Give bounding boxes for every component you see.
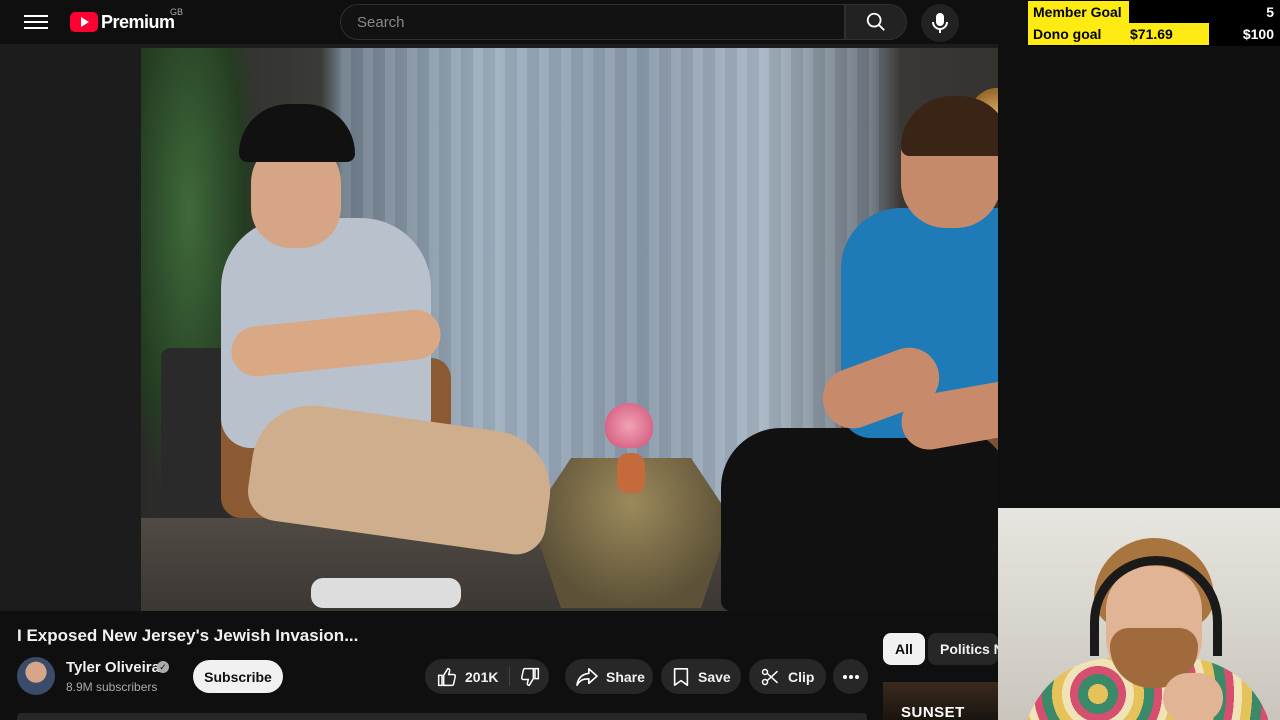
save-label: Save (698, 668, 731, 685)
country-code: GB (170, 7, 184, 17)
chip-all[interactable]: All (883, 633, 925, 665)
search-box (340, 4, 845, 40)
dono-goal-label: Dono goal (1033, 26, 1102, 42)
like-divider (509, 667, 510, 686)
search-button[interactable] (845, 4, 907, 40)
top-bar: Premium GB Member Goal 2 5 Dono goal $71… (0, 0, 1280, 46)
verified-check-icon: ✓ (157, 661, 169, 673)
microphone-icon (932, 13, 948, 33)
like-count: 201K (465, 668, 499, 685)
clip-button[interactable]: Clip (749, 659, 826, 694)
video-frame (141, 48, 998, 611)
dono-goal-row: Dono goal $71.69 $100 (1028, 23, 1280, 45)
subscribe-button[interactable]: Subscribe (193, 660, 283, 693)
dono-goal-target: $100 (1242, 26, 1274, 42)
guest-right-legs (721, 428, 998, 611)
dislike-button[interactable] (511, 659, 549, 694)
hamburger-menu-icon[interactable] (24, 12, 48, 32)
save-button[interactable]: Save (661, 659, 741, 694)
search-input[interactable] (355, 13, 829, 32)
channel-avatar[interactable] (17, 657, 55, 695)
chip-politics[interactable]: Politics N (928, 633, 998, 665)
scissors-icon (761, 668, 779, 685)
more-actions-button[interactable] (833, 659, 868, 694)
clip-label: Clip (788, 668, 815, 685)
thumbnail-text: SUNSET (901, 704, 965, 720)
stream-goal-overlay: Member Goal 2 5 Dono goal $71.69 $100 (1028, 0, 1280, 46)
voice-search-button[interactable] (921, 4, 959, 42)
description-box-edge (17, 713, 867, 720)
streamer-webcam (998, 508, 1280, 720)
thumbs-down-icon (520, 667, 540, 686)
recommended-video-thumbnail[interactable]: SUNSET (883, 682, 998, 720)
channel-name[interactable]: Tyler Oliveira (66, 659, 160, 676)
like-button[interactable]: 201K (425, 659, 507, 694)
thumbs-up-icon (437, 667, 457, 686)
member-goal-current: 2 (1148, 4, 1156, 20)
dono-goal-current: $71.69 (1130, 26, 1173, 42)
member-goal-label: Member Goal (1033, 4, 1122, 20)
host-left-shoes (311, 578, 461, 608)
streamer-hand (1163, 673, 1223, 720)
member-goal-row: Member Goal 2 5 (1028, 1, 1280, 23)
youtube-premium-logo[interactable]: Premium (70, 11, 175, 33)
guest-right-hair (901, 96, 998, 156)
like-dislike-group: 201K (425, 659, 549, 694)
search-icon (866, 12, 885, 31)
more-horizontal-icon (842, 674, 859, 679)
share-button[interactable]: Share (565, 659, 653, 694)
subscriber-count: 8.9M subscribers (66, 680, 158, 694)
share-label: Share (606, 668, 645, 685)
youtube-play-icon (70, 12, 98, 32)
bookmark-icon (673, 667, 689, 686)
member-goal-target: 5 (1266, 4, 1274, 20)
video-title: I Exposed New Jersey's Jewish Invasion..… (17, 626, 359, 645)
share-icon (576, 667, 598, 686)
video-player[interactable] (0, 44, 998, 611)
flower (605, 403, 653, 448)
logo-text: Premium (101, 11, 175, 32)
vase (617, 453, 645, 493)
